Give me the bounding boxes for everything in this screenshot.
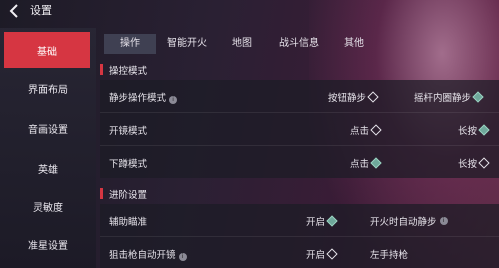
page-title: 设置 — [30, 4, 52, 17]
radio-diamond-checked-icon — [370, 157, 382, 169]
option-button-sneak[interactable]: 按钮静步 — [328, 90, 379, 104]
row-sneak-mode: 静步操作模式 i 按钮静步 摇杆内圈静步 — [100, 84, 499, 110]
section-title: 进阶设置 — [109, 190, 148, 201]
sidebar-item-hero[interactable]: 英雄 — [0, 150, 96, 186]
tab-controls[interactable]: 操作 — [104, 34, 156, 54]
section-accent-bar — [100, 64, 103, 75]
option-left-hand[interactable]: 左手持枪 — [370, 247, 408, 261]
top-bar: 设置 — [0, 0, 499, 22]
section-advanced: 进阶设置 — [100, 186, 370, 202]
tab-bar: 操作 智能开火 地图 战斗信息 其他 — [104, 34, 374, 54]
radio-diamond-checked-icon — [472, 91, 484, 103]
row-crouch-mode: 下蹲模式 点击 长按 — [100, 150, 499, 176]
radio-diamond-checked-icon — [326, 215, 338, 227]
option-tap[interactable]: 点击 — [350, 123, 382, 137]
option-hold[interactable]: 长按 — [458, 156, 490, 170]
row-label: 静步操作模式 i — [109, 90, 178, 104]
divider — [100, 236, 499, 237]
radio-diamond-icon — [326, 248, 338, 260]
option-joystick-sneak[interactable]: 摇杆内圈静步 — [414, 90, 484, 104]
radio-diamond-icon — [367, 91, 379, 103]
option-tap[interactable]: 点击 — [350, 156, 382, 170]
tab-map[interactable]: 地图 — [222, 34, 262, 54]
row-label: 下蹲模式 — [109, 159, 148, 170]
row-scope-mode: 开镜模式 点击 长按 — [100, 117, 499, 143]
radio-diamond-icon — [478, 157, 490, 169]
sidebar-item-basic[interactable]: 基础 — [4, 32, 90, 68]
row-aim-assist: 辅助瞄准 开启 开火时自动静步 i — [100, 208, 499, 234]
back-arrow-icon[interactable] — [6, 2, 24, 20]
row-label: 辅助瞄准 — [109, 217, 148, 228]
section-control-mode: 操控模式 — [100, 62, 370, 78]
radio-diamond-checked-icon — [478, 124, 490, 136]
option-enable[interactable]: 开启 — [306, 214, 338, 228]
divider — [100, 145, 499, 146]
info-icon[interactable]: i — [178, 253, 187, 261]
radio-diamond-icon — [370, 124, 382, 136]
row-label: 狙击枪自动开镜 i — [109, 247, 187, 261]
tab-smart-fire[interactable]: 智能开火 — [160, 34, 214, 54]
option-hold[interactable]: 长按 — [458, 123, 490, 137]
tab-combat-info[interactable]: 战斗信息 — [272, 34, 326, 54]
sidebar-item-sensitivity[interactable]: 灵敏度 — [0, 188, 96, 224]
sidebar-item-layout[interactable]: 界面布局 — [0, 70, 96, 106]
section-accent-bar — [100, 188, 103, 199]
divider — [100, 112, 499, 113]
tab-other[interactable]: 其他 — [334, 34, 374, 54]
row-sniper-auto-scope: 狙击枪自动开镜 i 开启 左手持枪 — [100, 241, 499, 267]
row-label: 开镜模式 — [109, 126, 148, 137]
section-title: 操控模式 — [109, 66, 148, 77]
info-icon[interactable]: i — [439, 217, 448, 225]
sidebar-item-crosshair[interactable]: 准星设置 — [0, 226, 96, 262]
option-enable[interactable]: 开启 — [306, 247, 338, 261]
option-auto-sneak-fire[interactable]: 开火时自动静步 i — [370, 214, 448, 228]
info-icon[interactable]: i — [169, 96, 178, 104]
sidebar: 基础 界面布局 音画设置 英雄 灵敏度 准星设置 — [0, 28, 96, 268]
sidebar-item-audio-video[interactable]: 音画设置 — [0, 110, 96, 146]
